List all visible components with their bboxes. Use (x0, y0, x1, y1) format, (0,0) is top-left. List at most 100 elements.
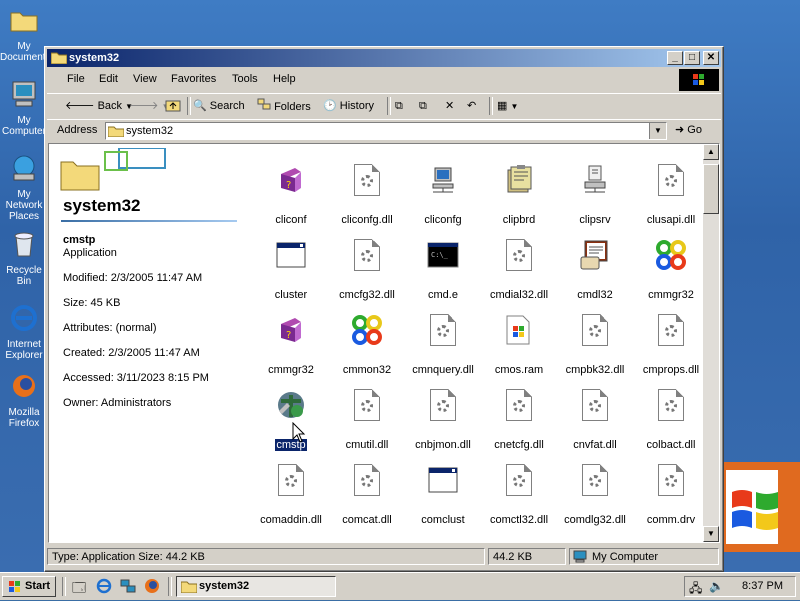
file-label: comcat.dll (342, 514, 392, 526)
file-item[interactable]: cliconfg.dll (327, 164, 407, 234)
vertical-scrollbar[interactable]: ▲ ▼ (703, 144, 719, 542)
go-button[interactable]: ➜ Go (675, 123, 702, 136)
file-item[interactable]: cmdial32.dll (479, 239, 559, 309)
desktop-icon-my-network-places[interactable]: My Network Places (0, 152, 48, 222)
file-item[interactable]: cmcfg32.dll (327, 239, 407, 309)
menu-help[interactable]: Help (273, 73, 296, 85)
file-item[interactable]: cmutil.dll (327, 389, 407, 459)
menu-file[interactable]: File (67, 73, 85, 85)
file-item[interactable]: colbact.dll (631, 389, 711, 459)
file-item[interactable]: cmdl32 (555, 239, 635, 309)
folders-icon (257, 98, 271, 110)
network-tray-icon[interactable]: 🖧 (689, 579, 702, 600)
desktop-icon-internet-explorer[interactable]: Internet Explorer (0, 302, 48, 361)
file-item[interactable]: cmstp (251, 389, 331, 459)
back-arrow-icon: 🡐 (65, 100, 95, 112)
file-item[interactable]: comclust (403, 464, 483, 534)
file-item[interactable]: comm.drv (631, 464, 711, 534)
folder-banner-icon (60, 148, 166, 191)
close-button[interactable]: ✕ (703, 51, 719, 65)
computer-icon (573, 550, 587, 563)
file-item[interactable]: ? cliconf (251, 164, 331, 234)
start-button[interactable]: Start (2, 576, 56, 597)
file-item[interactable]: comaddin.dll (251, 464, 331, 534)
title-bar[interactable]: system32 _ □ ✕ (47, 49, 721, 67)
file-item[interactable]: cmprops.dll (631, 314, 711, 384)
svg-text:?: ? (286, 330, 291, 341)
desktop-icon-label: My Computer (2, 115, 46, 137)
menu-tools[interactable]: Tools (232, 73, 258, 85)
views-button[interactable]: ▦ ▼ (497, 98, 518, 114)
file-item[interactable]: cnvfat.dll (555, 389, 635, 459)
quicklaunch-network-icon[interactable] (120, 578, 136, 597)
history-label: History (339, 100, 374, 112)
file-label: cmnquery.dll (412, 364, 474, 376)
up-folder-icon (165, 100, 181, 112)
windows-flag-icon (9, 581, 20, 592)
desktop-icon-mozilla-firefox[interactable]: Mozilla Firefox (0, 370, 48, 429)
menu-favorites[interactable]: Favorites (171, 73, 216, 85)
back-button[interactable]: 🡐 Back ▼ (65, 98, 133, 114)
address-bar: Address system32 ▼ ➜ Go (47, 119, 721, 142)
file-item[interactable]: cmmon32 (327, 314, 407, 384)
file-item[interactable]: clipsrv (555, 164, 635, 234)
windows-file-icon (503, 314, 535, 346)
maximize-button[interactable]: □ (684, 51, 700, 65)
volume-speaker-icon[interactable]: 🔈 (709, 579, 724, 593)
undo-button[interactable]: ↶ (467, 98, 476, 114)
up-folder-button[interactable] (165, 98, 181, 114)
scroll-up-button[interactable]: ▲ (703, 144, 719, 160)
dll-file-icon (275, 464, 307, 496)
file-item[interactable]: cmmgr32 (631, 239, 711, 309)
desktop-icon-my-computer[interactable]: My Computer (0, 78, 48, 137)
address-dropdown-button[interactable]: ▼ (649, 123, 666, 139)
file-item[interactable]: cliconfg (403, 164, 483, 234)
menu-view[interactable]: View (133, 73, 157, 85)
file-item[interactable]: cnetcfg.dll (479, 389, 559, 459)
copy-to-button[interactable]: ⧉ (419, 98, 427, 114)
desktop-icon-label: Recycle Bin (6, 265, 42, 287)
quicklaunch-internet-explorer-icon[interactable] (96, 578, 112, 597)
file-item[interactable]: cnbjmon.dll (403, 389, 483, 459)
address-input[interactable]: system32 ▼ (105, 122, 667, 140)
taskbar-button-system32[interactable]: system32 (176, 576, 336, 597)
quicklaunch-desktop-icon[interactable]: 🗔 (72, 579, 86, 601)
file-item[interactable]: comctl32.dll (479, 464, 559, 534)
dll-file-icon (579, 314, 611, 346)
delete-button[interactable]: ✕ (445, 98, 454, 114)
window-app-icon (275, 239, 307, 271)
desktop-icon-recycle-bin[interactable]: Recycle Bin (0, 228, 48, 287)
network-icon (13, 155, 35, 181)
clock[interactable]: 8:37 PM (742, 580, 783, 592)
file-item[interactable]: clipbrd (479, 164, 559, 234)
modified-date: Modified: 2/3/2005 11:47 AM (63, 272, 203, 284)
selected-file-type: Application (63, 247, 117, 259)
views-grid-icon: ▦ (497, 100, 508, 112)
folders-button[interactable]: Folders (257, 98, 311, 114)
file-item[interactable]: ? cmmgr32 (251, 314, 331, 384)
desktop-icon-my-documents[interactable]: My Documents (0, 4, 51, 63)
file-item[interactable]: cmos.ram (479, 314, 559, 384)
minimize-button[interactable]: _ (667, 51, 683, 65)
file-item[interactable]: cmnquery.dll (403, 314, 483, 384)
search-button[interactable]: 🔍 Search (193, 98, 245, 114)
file-item[interactable]: comdlg32.dll (555, 464, 635, 534)
scroll-down-button[interactable]: ▼ (703, 526, 719, 542)
move-to-button[interactable]: ⧉ (395, 98, 403, 114)
folders-label: Folders (274, 101, 311, 113)
status-zone: My Computer (569, 548, 719, 565)
scroll-thumb[interactable] (703, 164, 719, 214)
status-zone-label: My Computer (592, 551, 659, 563)
copy-to-icon: ⧉ (419, 100, 427, 112)
menu-edit[interactable]: Edit (99, 73, 118, 85)
forward-button[interactable]: 🡒 ▼ (129, 98, 169, 114)
file-item[interactable]: cmpbk32.dll (555, 314, 635, 384)
quicklaunch-firefox-icon[interactable] (144, 578, 160, 597)
file-item[interactable]: clusapi.dll (631, 164, 711, 234)
file-item[interactable]: comcat.dll (327, 464, 407, 534)
file-item[interactable]: cluster (251, 239, 331, 309)
history-button[interactable]: 🕑 History (323, 98, 374, 114)
file-label: comm.drv (646, 514, 696, 526)
file-item[interactable]: C:\_ cmd.e (403, 239, 483, 309)
chevron-down-icon: ▼ (510, 102, 519, 111)
